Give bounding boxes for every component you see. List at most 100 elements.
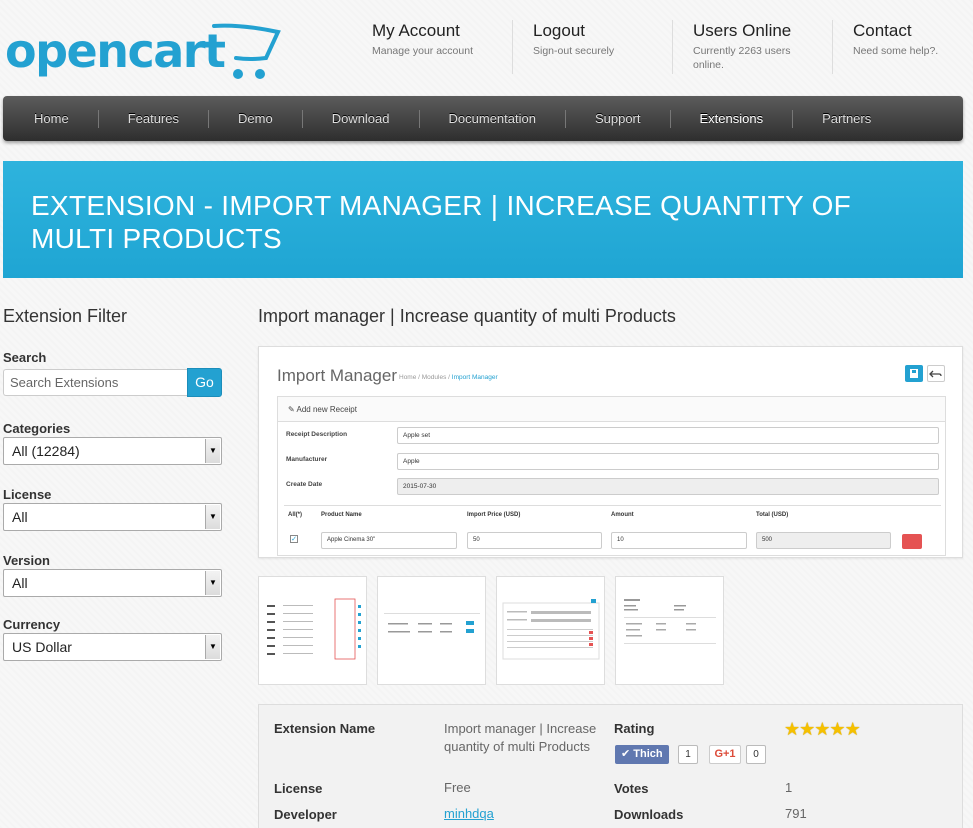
license-select[interactable]: All ▼ [3, 503, 222, 531]
extension-details: Extension Name Import manager | Increase… [258, 704, 963, 828]
extension-main: Import manager | Increase quantity of mu… [258, 306, 963, 828]
nav-demo[interactable]: Demo [208, 109, 302, 128]
col-all: All(*) [288, 512, 302, 518]
thumbnail-image [502, 599, 600, 660]
chevron-down-icon: ▼ [205, 439, 220, 463]
screenshot-preview[interactable]: Import Manager Home / Modules / Import M… [258, 346, 963, 558]
license-detail-label: License [274, 781, 323, 796]
logout-link[interactable]: Logout Sign-out securely [512, 20, 672, 74]
receipt-field: Apple set [397, 427, 939, 444]
screenshot-thumbnails [258, 576, 734, 685]
page-banner: EXTENSION - IMPORT MANAGER | INCREASE QU… [3, 161, 963, 278]
filter-title: Extension Filter [3, 306, 128, 326]
nav-support[interactable]: Support [564, 109, 670, 128]
col-total: Total (USD) [756, 512, 789, 518]
developer-value: minhdqa [444, 805, 494, 823]
thumbnail-3[interactable] [496, 576, 605, 685]
thumbnail-image [384, 613, 480, 633]
votes-value: 1 [785, 780, 793, 795]
row-price: 50 [467, 532, 602, 549]
back-icon [927, 365, 945, 382]
extension-filter: Extension Filter Search Go Categories Al… [3, 306, 223, 661]
logout-subtitle: Sign-out securely [533, 45, 615, 57]
col-price: Import Price (USD) [467, 512, 521, 518]
downloads-label: Downloads [614, 807, 684, 822]
receipt-label: Receipt Description [286, 431, 348, 438]
preview-panel-heading: ✎ Add new Receipt [278, 397, 945, 422]
date-field: 2015-07-30 [397, 478, 939, 495]
col-product: Product Name [321, 512, 362, 518]
opencart-logo[interactable]: opencart [5, 18, 281, 79]
nav-home[interactable]: Home [3, 110, 98, 128]
pencil-icon: ✎ [288, 405, 295, 414]
extension-name-label: Extension Name [274, 721, 376, 736]
developer-label: Developer [274, 807, 337, 822]
version-value: All [12, 575, 28, 591]
contact-title[interactable]: Contact [853, 20, 973, 42]
rating-stars: ★★★★★ [784, 719, 861, 740]
license-label: License [3, 487, 52, 502]
categories-value: All (12284) [12, 443, 80, 459]
search-input[interactable] [3, 369, 187, 396]
users-online-link[interactable]: Users Online Currently 2263 users online… [672, 20, 832, 74]
nav-documentation[interactable]: Documentation [418, 109, 565, 128]
thumbnail-4[interactable] [615, 576, 724, 685]
row-checkbox: ✓ [290, 535, 298, 543]
nav-partners[interactable]: Partners [792, 109, 900, 128]
license-detail-value: Free [444, 780, 471, 795]
nav-extensions[interactable]: Extensions [669, 109, 793, 128]
categories-select[interactable]: All (12284) ▼ [3, 437, 222, 465]
users-online-title[interactable]: Users Online [693, 20, 832, 42]
date-label: Create Date [286, 481, 323, 488]
preview-title: Import Manager [277, 366, 397, 385]
like-count: 1 [678, 745, 698, 764]
my-account-subtitle: Manage your account [372, 45, 473, 57]
my-account-title[interactable]: My Account [372, 20, 512, 42]
like-label: Thich [633, 748, 663, 760]
save-icon [905, 365, 923, 382]
votes-label: Votes [614, 781, 649, 796]
contact-link[interactable]: Contact Need some help?. [832, 20, 973, 74]
remove-icon [902, 534, 922, 549]
logo-text: opencart [5, 24, 226, 78]
my-account-link[interactable]: My Account Manage your account [352, 20, 512, 74]
star-icon: ★ [814, 719, 830, 739]
categories-label: Categories [3, 421, 71, 436]
preview-panel: ✎ Add new Receipt Receipt Description Ap… [277, 396, 946, 556]
currency-select[interactable]: US Dollar ▼ [3, 633, 222, 661]
thumbnail-2[interactable] [377, 576, 486, 685]
nav-download[interactable]: Download [301, 109, 419, 128]
google-plus-button[interactable]: G+1 [709, 745, 741, 764]
rating-label: Rating [614, 721, 655, 736]
manufacturer-field: Apple [397, 453, 939, 470]
star-icon: ★ [844, 719, 861, 739]
users-online-subtitle: Currently 2263 users online. [693, 45, 791, 71]
header-links: My Account Manage your account Logout Si… [352, 20, 973, 76]
version-label: Version [3, 553, 50, 568]
nav-features[interactable]: Features [97, 109, 208, 128]
version-select[interactable]: All ▼ [3, 569, 222, 597]
star-icon: ★ [829, 719, 845, 739]
search-label: Search [3, 350, 47, 365]
page-title: EXTENSION - IMPORT MANAGER | INCREASE QU… [31, 190, 852, 254]
chevron-down-icon: ▼ [205, 635, 220, 659]
row-amount: 10 [611, 532, 747, 549]
facebook-like-button[interactable]: ✔ Thich [615, 745, 669, 764]
star-icon: ★ [799, 719, 815, 739]
gplus-count: 0 [746, 745, 766, 764]
license-value: All [12, 509, 28, 525]
currency-label: Currency [3, 617, 61, 632]
currency-value: US Dollar [12, 639, 72, 655]
search-row: Go [3, 368, 223, 397]
thumbnail-1[interactable] [258, 576, 367, 685]
thumbnail-image [624, 599, 716, 644]
extension-name-value: Import manager | Increase quantity of mu… [444, 721, 597, 754]
developer-link[interactable]: minhdqa [444, 806, 494, 821]
contact-subtitle: Need some help?. [853, 45, 939, 57]
preview-breadcrumb: Home / Modules / Import Manager [399, 374, 498, 381]
logout-title[interactable]: Logout [533, 20, 672, 42]
preview-table: All(*) Product Name Import Price (USD) A… [284, 505, 941, 549]
go-button[interactable]: Go [187, 368, 222, 397]
chevron-down-icon: ▼ [205, 571, 220, 595]
main-nav: Home Features Demo Download Documentatio… [3, 96, 963, 141]
